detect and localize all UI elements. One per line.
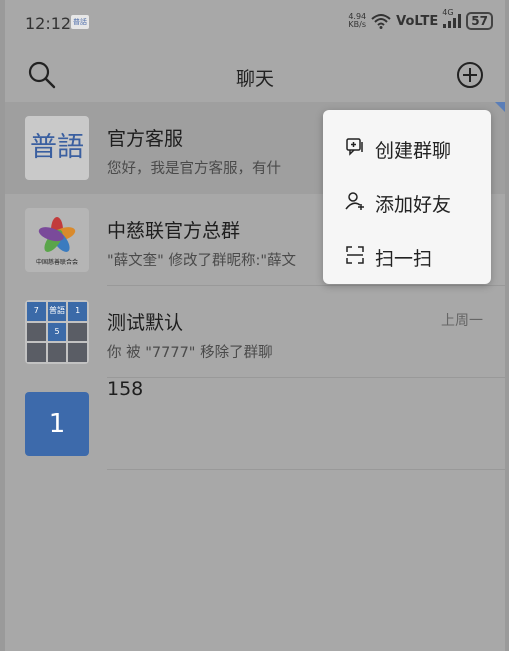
avatar: 1 bbox=[25, 392, 89, 456]
group-avatar-tile: 1 bbox=[68, 302, 87, 321]
group-avatar-tile bbox=[68, 343, 87, 362]
avatar: 普語 bbox=[25, 116, 89, 180]
chat-time: 上周一 bbox=[441, 313, 483, 329]
chat-name: 官方客服 bbox=[107, 128, 184, 150]
create-group-icon bbox=[346, 138, 363, 156]
page-title: 聊天 bbox=[235, 68, 274, 90]
menu-item-scan[interactable]: 扫一扫 bbox=[323, 228, 491, 282]
charity-logo-text: 中国慈善联合会 bbox=[35, 259, 78, 266]
group-avatar-tile bbox=[27, 322, 46, 342]
chat-item-158[interactable]: 1 158 bbox=[5, 378, 505, 470]
scan-icon bbox=[346, 246, 364, 264]
add-friend-icon bbox=[345, 192, 364, 210]
chat-item-test-default[interactable]: 7 普語 1 5 测试默认 上周一 你 被 "7777" 移除了群聊 bbox=[5, 286, 505, 378]
network-speed-unit: KB/s bbox=[348, 20, 367, 29]
status-time: 12:12 bbox=[25, 14, 72, 33]
network-speed: 4.94 KB/s bbox=[348, 13, 366, 29]
divider bbox=[107, 469, 505, 470]
battery-indicator: 57 bbox=[466, 12, 493, 30]
status-bar: 12:12 普話 4.94 KB/s VoLTE 4G 57 bbox=[5, 0, 505, 46]
chat-name: 中慈联官方总群 bbox=[107, 220, 241, 242]
add-circle-icon[interactable] bbox=[455, 60, 485, 90]
group-avatar-tile bbox=[27, 343, 46, 362]
wifi-icon bbox=[371, 14, 391, 29]
group-avatar-grid: 7 普語 1 5 bbox=[25, 300, 89, 364]
chat-name: 158 bbox=[107, 378, 144, 400]
signal-icon: 4G bbox=[442, 8, 462, 28]
menu-item-add-friend[interactable]: 添加好友 bbox=[323, 174, 491, 228]
menu-item-label: 添加好友 bbox=[375, 194, 452, 216]
group-avatar-tile: 7 bbox=[27, 302, 46, 321]
menu-item-label: 创建群聊 bbox=[375, 140, 452, 162]
chat-preview: "薛文奎" 修改了群昵称:"薛文 bbox=[107, 253, 297, 269]
phone-screen: 12:12 普話 4.94 KB/s VoLTE 4G 57 聊天 普語 官方客… bbox=[5, 0, 505, 651]
add-popup-menu: 创建群聊 添加好友 扫一扫 bbox=[323, 110, 491, 284]
network-type-label: 4G bbox=[442, 8, 454, 17]
chat-name: 测试默认 bbox=[107, 312, 184, 334]
status-right: 4.94 KB/s VoLTE 4G 57 bbox=[348, 8, 493, 30]
chat-preview: 你 被 "7777" 移除了群聊 bbox=[107, 345, 273, 361]
group-avatar-tile bbox=[47, 343, 67, 362]
group-avatar-tile bbox=[68, 322, 87, 342]
group-avatar-tile: 普語 bbox=[47, 302, 67, 321]
menu-item-create-group[interactable]: 创建群聊 bbox=[323, 120, 491, 174]
nav-bar: 聊天 bbox=[5, 46, 505, 102]
group-avatar-tile: 5 bbox=[47, 322, 67, 342]
chat-preview: 您好，我是官方客服，有什 bbox=[107, 161, 281, 177]
app-notification-icon: 普話 bbox=[71, 15, 89, 29]
volte-label: VoLTE bbox=[396, 13, 439, 29]
menu-item-label: 扫一扫 bbox=[375, 248, 433, 270]
pinned-marker bbox=[495, 102, 505, 112]
avatar: 中国慈善联合会 bbox=[25, 208, 89, 272]
